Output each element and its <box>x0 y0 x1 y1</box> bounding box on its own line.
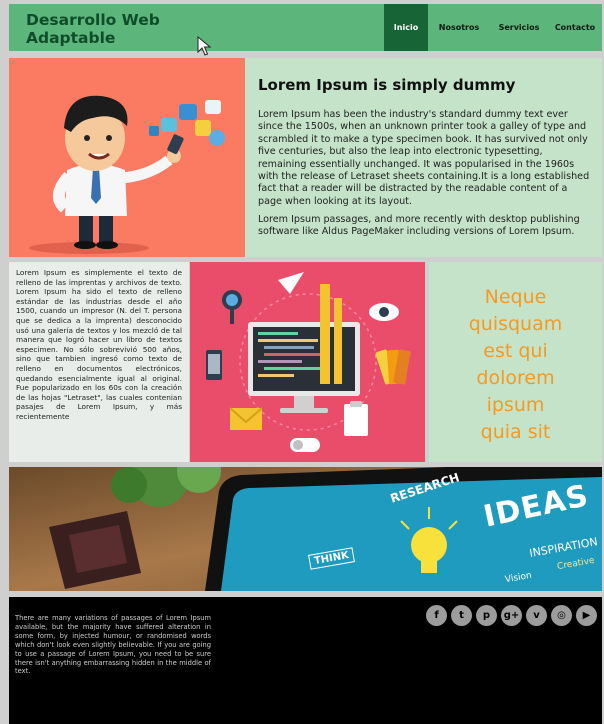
main-nav: Inicio Nosotros Servicios Contacto <box>384 4 602 51</box>
google-plus-icon[interactable]: g+ <box>501 605 522 626</box>
brand-line-1: Desarrollo Web <box>26 11 160 29</box>
quote-line: dolorem <box>476 367 555 389</box>
site-header: Desarrollo Web Adaptable Inicio Nosotros… <box>9 4 602 51</box>
footer-text: There are many variations of passages of… <box>15 614 211 676</box>
social-icons: f t p g+ v ◎ ▶ <box>426 605 601 626</box>
site-footer: There are many variations of passages of… <box>9 597 602 724</box>
spanish-text-panel: Lorem Ipsum es simplemente el texto de r… <box>9 262 189 462</box>
nav-item-servicios[interactable]: Servicios <box>490 4 548 51</box>
quote-line: ipsum <box>486 394 545 416</box>
spanish-paragraph: Lorem Ipsum es simplemente el texto de r… <box>16 268 182 421</box>
brand-line-2: Adaptable <box>26 29 116 47</box>
quote-line: Neque <box>484 286 547 308</box>
hero-text-panel: Lorem Ipsum is simply dummy Lorem Ipsum … <box>245 58 602 257</box>
hero-paragraph-2: Lorem Ipsum passages, and more recently … <box>258 214 580 238</box>
hero-title: Lorem Ipsum is simply dummy <box>258 76 516 94</box>
mouse-cursor-icon <box>197 36 211 56</box>
quote-line: est qui <box>483 340 548 362</box>
pinterest-icon[interactable]: p <box>476 605 497 626</box>
workspace-illustration <box>190 262 425 462</box>
quote-text: Neque quisquam est qui dolorem ipsum qui… <box>429 284 602 446</box>
nav-item-nosotros[interactable]: Nosotros <box>428 4 490 51</box>
nav-item-contacto[interactable]: Contacto <box>548 4 602 51</box>
developer-workspace-illustration <box>206 272 411 452</box>
quote-line: quisquam <box>468 313 563 335</box>
site-brand[interactable]: Desarrollo Web Adaptable <box>26 11 160 47</box>
nav-item-inicio[interactable]: Inicio <box>384 4 428 51</box>
quote-panel: Neque quisquam est qui dolorem ipsum qui… <box>429 262 602 462</box>
youtube-icon[interactable]: ▶ <box>576 605 597 626</box>
facebook-icon[interactable]: f <box>426 605 447 626</box>
instagram-icon[interactable]: ◎ <box>551 605 572 626</box>
twitter-icon[interactable]: t <box>451 605 472 626</box>
ideas-banner-image: RESEARCH IDEAS THINK INSPIRATION Creativ… <box>9 467 602 591</box>
lightbulb-drawing <box>400 507 458 573</box>
hero-paragraph-1: Lorem Ipsum has been the industry's stan… <box>258 109 590 207</box>
vimeo-icon[interactable]: v <box>526 605 547 626</box>
businessman-illustration <box>29 95 225 254</box>
quote-line: quia sit <box>480 421 551 443</box>
hero-illustration <box>9 58 245 257</box>
